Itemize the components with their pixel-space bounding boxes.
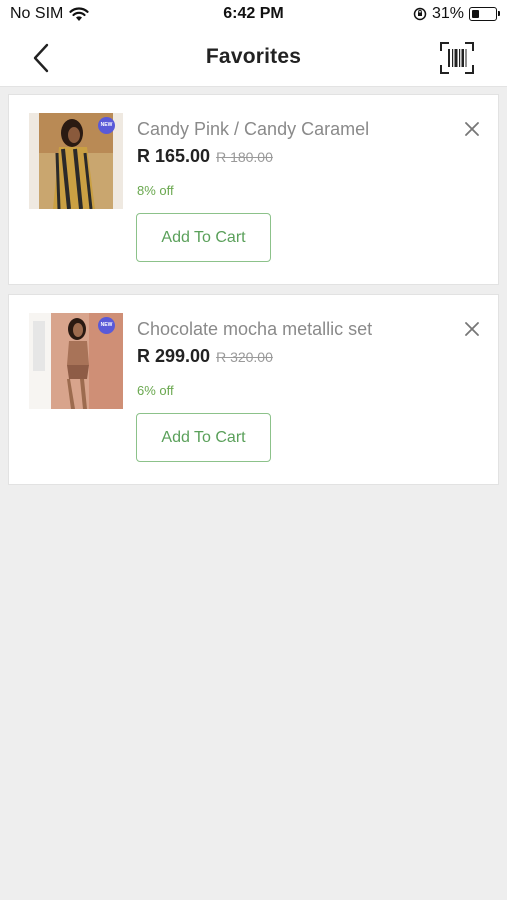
price-row: R 165.00 R 180.00: [137, 146, 273, 167]
product-image[interactable]: NEW: [29, 313, 123, 409]
battery-percent: 31%: [431, 5, 464, 22]
new-badge: NEW: [98, 117, 115, 134]
current-price: R 165.00: [137, 146, 211, 166]
remove-favorite-button[interactable]: [462, 319, 482, 339]
favorite-item: NEW Chocolate mocha metallic set R 299.0…: [8, 294, 499, 485]
orientation-lock-icon: [413, 7, 427, 21]
product-image[interactable]: NEW: [29, 113, 123, 209]
discount-label: 8% off: [137, 183, 174, 198]
original-price: R 180.00: [216, 149, 273, 165]
discount-label: 6% off: [137, 383, 174, 398]
product-name[interactable]: Chocolate mocha metallic set: [137, 319, 372, 340]
status-right: 31%: [413, 5, 500, 23]
add-to-cart-button[interactable]: Add To Cart: [136, 413, 271, 462]
page-title: Favorites: [205, 45, 302, 68]
favorite-item: NEW Candy Pink / Candy Caramel R 165.00 …: [8, 94, 499, 285]
barcode-scan-button[interactable]: [439, 40, 475, 76]
barcode-scan-icon: [440, 42, 474, 74]
current-price: R 299.00: [137, 346, 211, 366]
original-price: R 320.00: [216, 349, 273, 365]
product-name[interactable]: Candy Pink / Candy Caramel: [137, 119, 369, 140]
battery-icon: [469, 7, 500, 21]
status-bar: No SIM 6:42 PM 31%: [0, 0, 507, 30]
remove-favorite-button[interactable]: [462, 119, 482, 139]
close-icon: [465, 122, 479, 136]
new-badge: NEW: [98, 317, 115, 334]
nav-bar: Favorites: [0, 30, 507, 87]
close-icon: [465, 322, 479, 336]
add-to-cart-button[interactable]: Add To Cart: [136, 213, 271, 262]
battery-fill: [472, 10, 479, 18]
price-row: R 299.00 R 320.00: [137, 346, 273, 367]
